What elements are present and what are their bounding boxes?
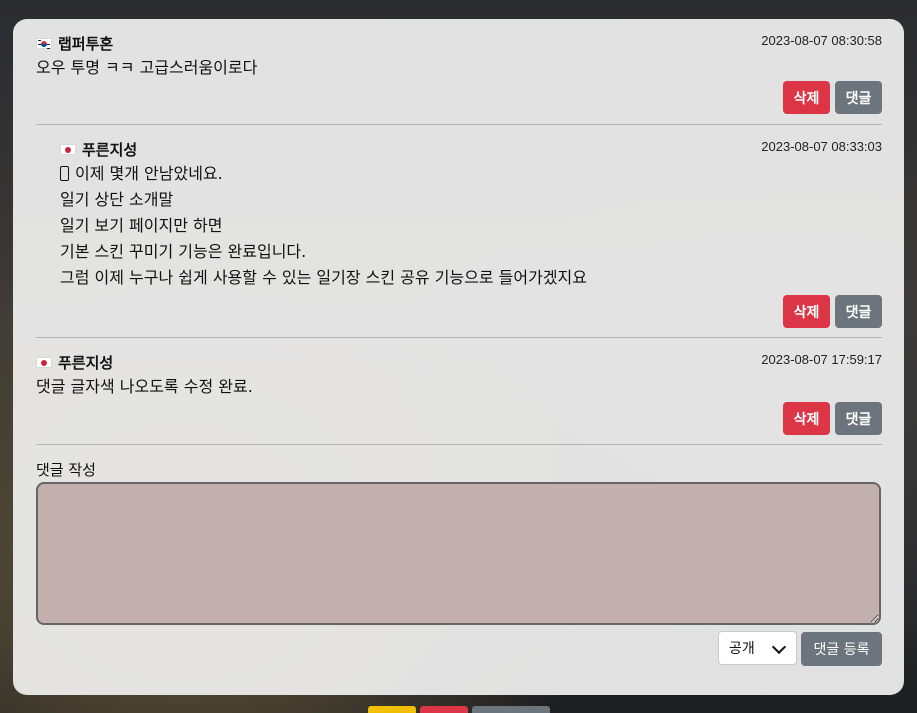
comment-line: 일기 보기 페이지만 하면: [60, 216, 223, 235]
reply-button[interactable]: 댓글: [835, 81, 882, 114]
delete-button[interactable]: 삭제: [783, 81, 830, 114]
comment-author[interactable]: 푸른지성: [82, 139, 137, 160]
comment-body: 이제 몇개 안남았네요. 일기 상단 소개말 일기 보기 페이지만 하면 기본 …: [60, 161, 587, 291]
comment-line: 기본 스킨 꾸미기 기능은 완료입니다.: [60, 242, 307, 261]
comment-item: 랩퍼투혼 2023-08-07 08:30:58 오우 투명 ㅋㅋ 고급스러움이…: [36, 33, 882, 117]
comment-line: 일기 상단 소개말: [60, 190, 174, 209]
divider: [36, 444, 882, 445]
comment-item: 푸른지성 2023-08-07 08:33:03 이제 몇개 안남았네요. 일기…: [60, 139, 882, 329]
bottom-red-button[interactable]: [420, 706, 468, 713]
mobile-phone-icon: [60, 166, 69, 181]
comment-timestamp: 2023-08-07 08:30:58: [761, 33, 882, 48]
delete-button[interactable]: 삭제: [783, 402, 830, 435]
divider: [36, 124, 882, 125]
korea-flag-icon: [36, 38, 52, 49]
comment-line: 이제 몇개 안남았네요.: [75, 164, 223, 183]
delete-button[interactable]: 삭제: [783, 295, 830, 328]
bottom-yellow-button[interactable]: [368, 706, 416, 713]
comment-line: 댓글 글자색 나오도록 수정 완료.: [36, 377, 253, 396]
comment-textarea[interactable]: [36, 482, 881, 625]
japan-flag-icon: [60, 144, 76, 155]
comment-header: 푸른지성: [36, 352, 113, 373]
comment-line: 오우 투명 ㅋㅋ 고급스러움이로다: [36, 58, 258, 77]
bottom-gray-button[interactable]: [472, 706, 550, 713]
comment-header: 랩퍼투혼: [36, 33, 113, 54]
chevron-down-icon: [771, 639, 787, 655]
comment-body: 오우 투명 ㅋㅋ 고급스러움이로다: [36, 55, 257, 81]
comment-header: 푸른지성: [60, 139, 137, 160]
comment-item: 푸른지성 2023-08-07 17:59:17 댓글 글자색 나오도록 수정 …: [36, 352, 882, 436]
comment-body: 댓글 글자색 나오도록 수정 완료.: [36, 374, 253, 400]
divider: [36, 337, 882, 338]
japan-flag-icon: [36, 357, 52, 368]
comment-timestamp: 2023-08-07 08:33:03: [761, 139, 882, 154]
visibility-selected-value: 공개: [729, 641, 755, 657]
write-comment-label: 댓글 작성: [36, 461, 96, 479]
visibility-select[interactable]: 공개: [718, 631, 797, 665]
comment-timestamp: 2023-08-07 17:59:17: [761, 352, 882, 367]
reply-button[interactable]: 댓글: [835, 402, 882, 435]
comment-author[interactable]: 푸른지성: [58, 352, 113, 373]
comment-author[interactable]: 랩퍼투혼: [58, 33, 113, 54]
reply-button[interactable]: 댓글: [835, 295, 882, 328]
comments-panel: 랩퍼투혼 2023-08-07 08:30:58 오우 투명 ㅋㅋ 고급스러움이…: [13, 19, 904, 695]
submit-comment-button[interactable]: 댓글 등록: [801, 632, 882, 666]
comment-line: 그럼 이제 누구나 쉽게 사용할 수 있는 일기장 스킨 공유 기능으로 들어가…: [60, 268, 587, 287]
